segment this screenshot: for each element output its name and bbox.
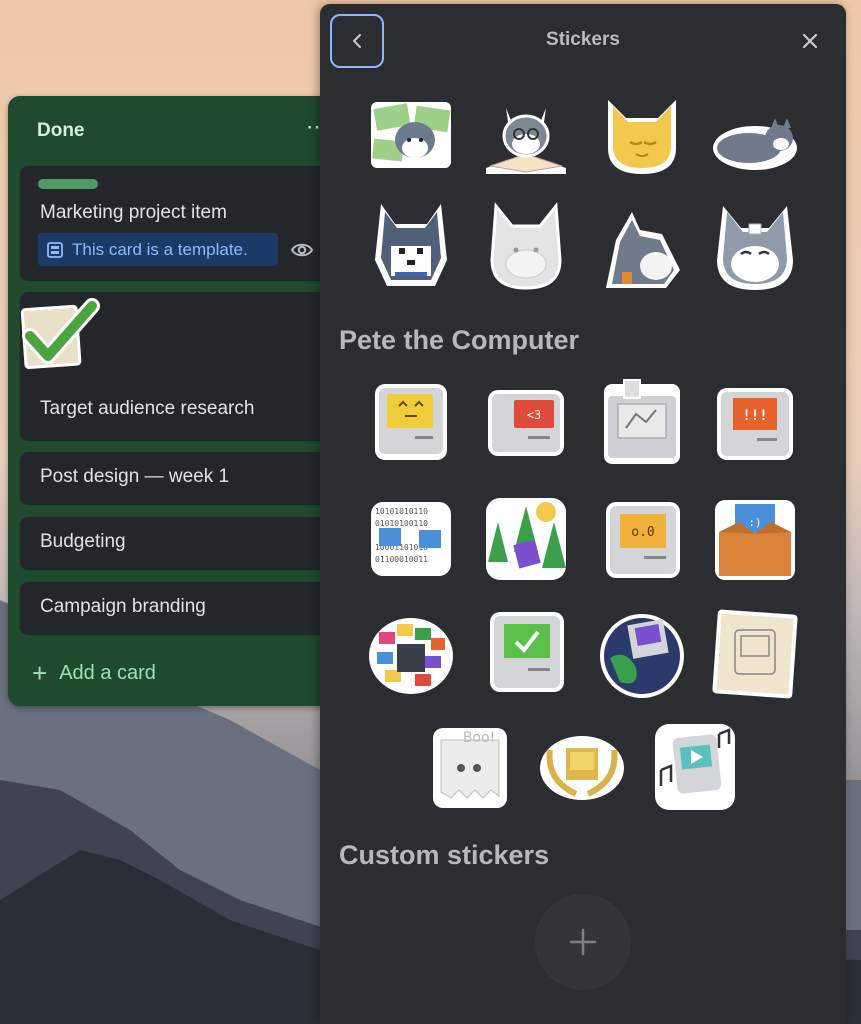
add-card-button[interactable]: + Add a card	[32, 658, 156, 689]
sticker-pete-heart[interactable]: <3	[480, 376, 572, 468]
pete-trophy-sticker	[540, 736, 624, 800]
card-marketing-project-item[interactable]: Marketing project item This card is a te…	[20, 166, 338, 280]
card-title: Post design — week 1	[40, 466, 230, 487]
sticker-pete-binary[interactable]: 10101010110 01010100110 10001101010 011000…	[365, 492, 457, 584]
eye-icon[interactable]	[290, 240, 314, 260]
sticker-pete-globe[interactable]	[596, 608, 688, 700]
sticker-husky-sleeping[interactable]	[709, 94, 801, 186]
card-title: Budgeting	[40, 531, 126, 552]
card-title: Campaign branding	[40, 596, 206, 617]
card-label[interactable]	[38, 179, 98, 189]
pete-colorful-sticker	[369, 618, 453, 694]
sticker-pete-broken[interactable]	[596, 376, 688, 468]
husky-sleeping-sticker	[713, 118, 797, 170]
pete-happy-sticker	[375, 384, 447, 460]
sticker-pixel-husky[interactable]	[365, 200, 457, 292]
pete-heart-sticker: <3	[488, 390, 564, 456]
sticker-pete-checkmark[interactable]	[480, 608, 572, 700]
section-title-pete: Pete the Computer	[339, 325, 580, 355]
sticker-pete-box[interactable]: :)	[709, 492, 801, 584]
checkmark-sticker	[20, 298, 100, 370]
svg-text:10101010110: 10101010110	[375, 507, 428, 516]
husky-money-sticker	[371, 102, 451, 168]
svg-text:Boo!: Boo!	[463, 730, 495, 746]
template-badge-text: This card is a template.	[72, 239, 248, 259]
pete-alarm-sticker: !!!	[717, 388, 793, 460]
white-husky-outline-sticker	[490, 202, 562, 290]
sticker-pete-happy[interactable]	[365, 376, 457, 468]
card-target-audience-research[interactable]: Target audience research	[20, 292, 338, 440]
pete-music-sticker	[655, 724, 735, 810]
pete-globe-sticker	[600, 614, 684, 698]
stickers-panel: Stickers Pete the Computer <3 !!! 101010…	[320, 4, 846, 1024]
plus-icon	[569, 928, 597, 956]
close-icon[interactable]	[798, 29, 822, 53]
pete-sketch-sticker	[712, 609, 798, 699]
add-card-label: Add a card	[59, 662, 156, 684]
sticker-golden-cat[interactable]	[596, 88, 688, 180]
pete-surprised-sticker: o.0	[606, 502, 680, 578]
svg-text::): :)	[748, 516, 761, 529]
sticker-pete-ghost[interactable]: Boo!	[423, 720, 515, 812]
sticker-husky-smiling[interactable]	[709, 200, 801, 292]
pete-ghost-sticker: Boo!	[433, 728, 507, 808]
card-title: Marketing project item	[40, 202, 227, 223]
sticker-pete-surprised[interactable]: o.0	[596, 492, 688, 584]
card-title: Target audience research	[40, 398, 255, 419]
template-badge: This card is a template.	[38, 233, 278, 266]
sticker-pete-colorful[interactable]	[365, 608, 457, 700]
add-custom-sticker-button[interactable]	[535, 894, 631, 990]
template-icon	[47, 241, 63, 258]
card-budgeting[interactable]: Budgeting	[20, 517, 338, 569]
pixel-husky-sticker	[375, 204, 447, 286]
done-list: Done ⋯ Marketing project item This card …	[8, 96, 338, 706]
sticker-husky-money[interactable]	[365, 88, 457, 180]
husky-smiling-sticker	[717, 206, 793, 290]
pete-broken-sticker	[604, 379, 680, 464]
pete-box-sticker: :)	[715, 500, 795, 580]
husky-side-sticker	[606, 212, 680, 288]
card-campaign-branding[interactable]: Campaign branding	[20, 582, 338, 634]
sticker-husky-reading[interactable]	[480, 88, 572, 180]
svg-text:o.0: o.0	[631, 525, 654, 540]
section-title-custom: Custom stickers	[339, 840, 550, 870]
svg-text:01100010011: 01100010011	[375, 555, 428, 564]
svg-text:<3: <3	[527, 408, 541, 422]
husky-reading-sticker	[486, 108, 566, 174]
sticker-pete-alarm[interactable]: !!!	[709, 376, 801, 468]
golden-cat-sticker	[608, 100, 676, 174]
list-title: Done	[37, 120, 85, 141]
plus-icon: +	[32, 658, 48, 688]
sticker-pete-sketch[interactable]	[709, 608, 801, 700]
svg-text:!!!: !!!	[742, 408, 767, 424]
sticker-white-husky-outline[interactable]	[480, 200, 572, 292]
panel-title: Stickers	[546, 29, 620, 50]
sticker-pete-trophy[interactable]	[536, 720, 628, 812]
sticker-pete-trees[interactable]	[480, 492, 572, 584]
pete-checkmark-sticker	[490, 612, 564, 692]
pete-trees-sticker	[486, 498, 566, 580]
card-post-design[interactable]: Post design — week 1	[20, 452, 338, 504]
pete-binary-sticker: 1010101011001010100110 10001101010011000…	[371, 502, 451, 576]
svg-text:01010100110: 01010100110	[375, 519, 428, 528]
sticker-husky-side[interactable]	[596, 200, 688, 292]
sticker-pete-music[interactable]	[649, 720, 741, 812]
